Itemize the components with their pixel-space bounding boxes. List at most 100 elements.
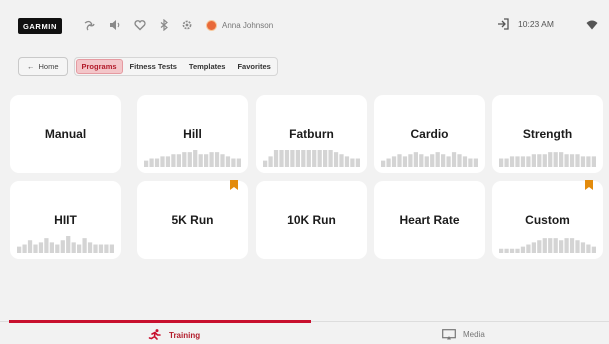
program-card-5k-run[interactable]: 5K Run [137,180,248,259]
profile-bar [559,240,564,253]
program-card-hiit[interactable]: HIIT [10,181,121,259]
profile-bar [548,238,553,253]
profile-bar [591,246,596,253]
program-title: Fatburn [289,127,334,141]
program-card-fatburn[interactable]: Fatburn [256,95,367,173]
program-card-10k-run[interactable]: 10K Run [256,181,367,259]
profile-bar [520,246,526,253]
profile-bar [109,244,114,253]
profile-bar [87,242,93,253]
program-title: Custom [525,213,570,227]
training-label: Training [169,330,201,340]
profile-bar [22,244,27,253]
profile-bar [569,238,575,253]
wifi-icon[interactable] [586,18,598,30]
profile-bar [515,248,520,253]
exit-icon[interactable] [496,17,510,31]
program-card-hill[interactable]: Hill [137,95,248,173]
bookmark-icon[interactable] [230,180,238,190]
profile-bar [263,160,268,167]
tab-templates[interactable]: Templates [184,59,231,74]
profile-bar [413,152,418,167]
fan-icon[interactable] [82,18,96,32]
profile-bar [575,154,580,167]
profile-bar [344,156,350,167]
intensity-profile [17,236,114,253]
bookmark-icon[interactable] [585,180,593,190]
home-button[interactable]: ← Home [18,56,68,76]
profile-bar [586,156,591,167]
profile-bar [591,156,596,167]
profile-bar [441,154,446,167]
profile-bar [187,152,192,167]
profile-bar [504,248,509,253]
arrow-left-icon: ← [27,61,35,71]
tab-favorites[interactable]: Favorites [232,59,275,74]
program-card-heart-rate[interactable]: Heart Rate [374,181,485,259]
media-label: Media [463,330,485,339]
speaker-icon[interactable] [108,18,122,32]
profile-bar [144,160,149,167]
profile-bar [473,158,478,167]
gear-icon[interactable] [180,18,194,32]
program-title: Hill [183,127,202,141]
program-card-cardio[interactable]: Cardio [374,95,485,173]
profile-bar [55,244,60,253]
profile-bar [457,154,462,167]
heart-icon[interactable] [133,18,147,32]
profile-bar [82,238,87,253]
category-tabs: Programs Fitness Tests Templates Favorites [73,56,278,76]
profile-bar [333,152,339,167]
profile-bar [504,158,509,167]
profile-bar [176,154,181,167]
program-card-manual[interactable]: Manual [10,95,121,173]
profile-bar [580,156,586,167]
intensity-profile [499,238,596,253]
profile-bar [44,238,49,253]
profile-bar [301,150,306,167]
profile-bar [355,158,360,167]
user-name: Anna Johnson [222,20,274,30]
profile-bar [284,150,290,167]
profile-bar [93,244,98,253]
profile-bar [66,236,71,253]
program-title: 5K Run [171,213,214,227]
profile-bar [462,156,468,167]
profile-bar [509,248,515,253]
profile-bar [580,242,586,253]
media-tab[interactable]: Media [442,329,485,340]
profile-bar [537,240,542,253]
user-profile[interactable]: Anna Johnson [206,18,273,32]
program-card-custom[interactable]: Custom [492,180,603,259]
profile-bar [542,154,547,167]
program-title: HIIT [54,213,77,227]
profile-bar [451,152,457,167]
profile-bar [386,158,391,167]
profile-bar [268,156,273,167]
profile-bar [323,150,328,167]
profile-bar [446,156,451,167]
profile-bar [273,150,279,167]
program-title: Cardio [410,127,449,141]
profile-bar [290,150,295,167]
tab-programs[interactable]: Programs [75,58,123,74]
training-tab[interactable]: Training [148,329,200,341]
tab-fitness-tests[interactable]: Fitness Tests [125,59,182,74]
intensity-profile [263,150,360,167]
profile-bar [559,152,564,167]
bluetooth-icon[interactable] [157,18,171,32]
avatar [206,19,217,31]
profile-bar [564,154,569,167]
profile-bar [499,158,504,167]
profile-bar [33,244,38,253]
profile-bar [171,154,176,167]
profile-bar [575,240,580,253]
profile-bar [542,238,547,253]
program-card-strength[interactable]: Strength [492,95,603,173]
program-title: Heart Rate [399,213,460,227]
profile-bar [77,244,82,253]
profile-bar [419,154,424,167]
profile-bar [312,150,317,167]
program-title: 10K Run [287,213,336,227]
profile-bar [220,154,225,167]
